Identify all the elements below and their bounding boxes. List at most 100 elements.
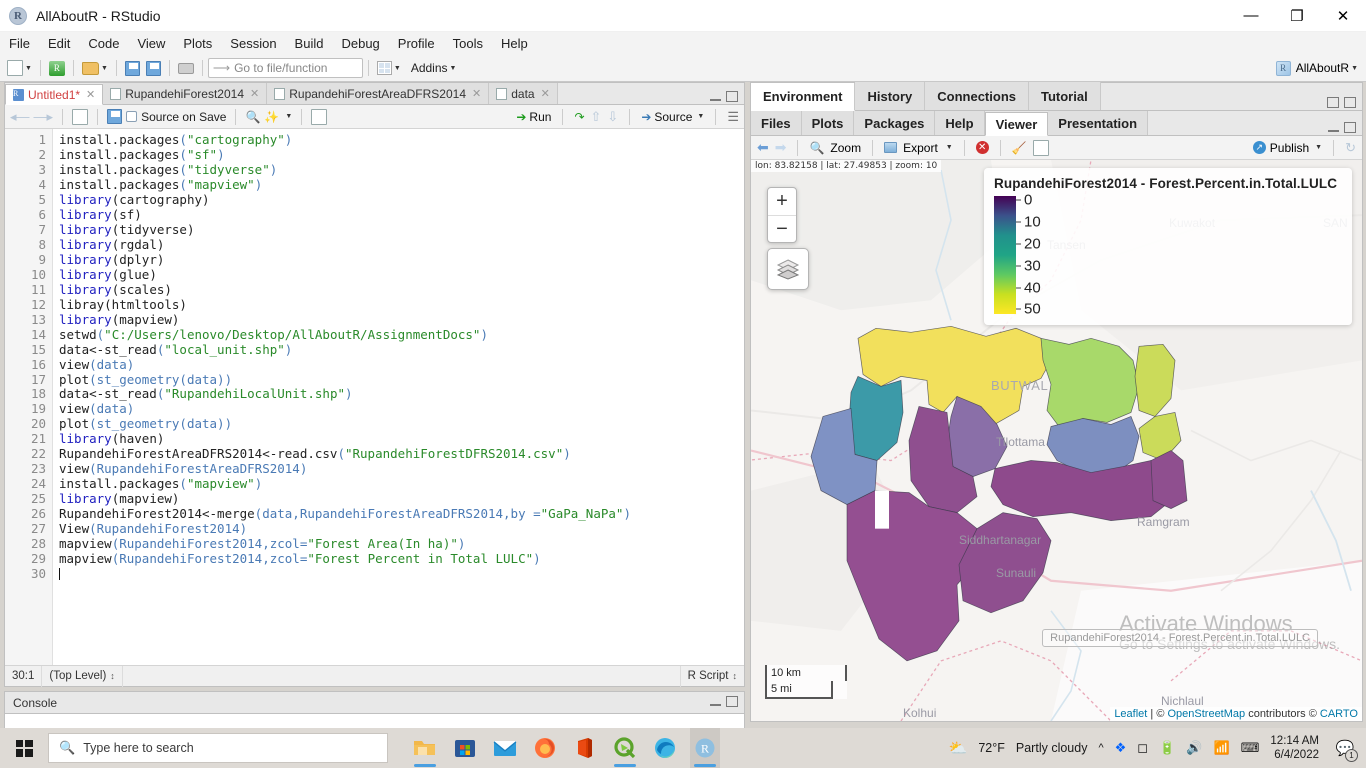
remove-viewer-item-icon[interactable]: ✕	[976, 141, 989, 154]
maximize-pane-icon[interactable]	[1344, 97, 1356, 108]
code-line[interactable]: install.packages("cartography")	[59, 133, 744, 148]
print-button[interactable]	[175, 57, 197, 79]
close-button[interactable]: ✕	[1320, 0, 1366, 32]
menu-tools[interactable]: Tools	[444, 34, 492, 53]
run-button[interactable]: ➔ Run	[516, 110, 551, 124]
show-hidden-icons[interactable]: ^	[1098, 742, 1103, 754]
taskbar-firefox[interactable]	[530, 728, 560, 768]
source-tab-rupandehiforestareadfrs2014[interactable]: RupandehiForestAreaDFRS2014 ✕	[267, 83, 489, 104]
chevron-down-icon[interactable]: ▼	[946, 144, 953, 151]
code-line[interactable]: install.packages("tidyverse")	[59, 163, 744, 178]
project-selector[interactable]: R AllAboutR ▼	[1276, 61, 1366, 76]
code-line[interactable]: library(mapview)	[59, 313, 744, 328]
code-line[interactable]: library(mapview)	[59, 492, 744, 507]
tab-environment[interactable]: Environment	[751, 83, 855, 111]
source-tab-data[interactable]: data ✕	[489, 83, 558, 104]
close-tab-icon[interactable]: ✕	[250, 87, 259, 100]
find-replace-icon[interactable]: 🔍	[245, 110, 260, 124]
code-line[interactable]	[59, 567, 744, 582]
back-arrow-icon[interactable]: ⬅	[757, 139, 769, 156]
maximize-pane-icon[interactable]	[726, 696, 738, 707]
compile-report-icon[interactable]	[311, 109, 327, 125]
openstreetmap-link[interactable]: OpenStreetMap	[1167, 708, 1245, 720]
wifi-icon[interactable]: 📶	[1213, 740, 1229, 756]
menu-view[interactable]: View	[128, 34, 174, 53]
menu-debug[interactable]: Debug	[332, 34, 388, 53]
taskbar-qgis[interactable]	[610, 728, 640, 768]
workspace-panes-button[interactable]: ▼	[374, 57, 404, 79]
carto-link[interactable]: CARTO	[1320, 708, 1358, 720]
code-line[interactable]: libray(htmltools)	[59, 298, 744, 313]
source-tab-untitled1[interactable]: R Untitled1* ✕	[5, 84, 103, 105]
leaflet-link[interactable]: Leaflet	[1114, 708, 1147, 720]
new-project-button[interactable]: R	[46, 57, 68, 79]
checkbox-icon[interactable]	[126, 111, 137, 122]
close-tab-icon[interactable]: ✕	[472, 87, 481, 100]
close-tab-icon[interactable]: ✕	[86, 88, 95, 101]
start-button[interactable]	[0, 728, 48, 768]
code-line[interactable]: RupandehiForest2014<-merge(data,Rupandeh…	[59, 507, 744, 522]
refresh-icon[interactable]: ↻	[1345, 140, 1356, 156]
maximize-pane-icon[interactable]	[726, 91, 738, 102]
minimize-button[interactable]: —	[1228, 0, 1274, 32]
taskbar-file-explorer[interactable]	[410, 728, 440, 768]
code-line[interactable]: setwd("C:/Users/lenovo/Desktop/AllAboutR…	[59, 328, 744, 343]
open-file-button[interactable]: ▼	[79, 57, 111, 79]
addins-button[interactable]: Addins ▼	[404, 57, 460, 79]
tab-tutorial[interactable]: Tutorial	[1029, 82, 1101, 110]
forward-icon[interactable]: ―▸	[34, 109, 54, 125]
zoom-button[interactable]: Zoom	[830, 141, 861, 155]
file-type-selector[interactable]: R Script ↕	[680, 666, 744, 687]
taskbar-rstudio[interactable]: R	[690, 728, 720, 768]
taskbar-mail[interactable]	[490, 728, 520, 768]
code-content[interactable]: install.packages("cartography") install.p…	[53, 129, 744, 665]
code-scope-selector[interactable]: (Top Level) ↕	[42, 666, 122, 687]
code-line[interactable]: library(rgdal)	[59, 238, 744, 253]
code-line[interactable]: install.packages("mapview")	[59, 178, 744, 193]
keyboard-icon[interactable]: ⌨	[1241, 740, 1260, 756]
show-in-new-window-icon[interactable]	[72, 109, 88, 125]
tab-help[interactable]: Help	[935, 111, 984, 135]
menu-plots[interactable]: Plots	[174, 34, 221, 53]
code-line[interactable]: library(haven)	[59, 432, 744, 447]
code-line[interactable]: library(sf)	[59, 208, 744, 223]
menu-edit[interactable]: Edit	[39, 34, 79, 53]
tab-connections[interactable]: Connections	[925, 82, 1029, 110]
menu-file[interactable]: File	[0, 34, 39, 53]
zoom-in-button[interactable]: +	[768, 188, 796, 215]
code-line[interactable]: data<-st_read("RupandehiLocalUnit.shp")	[59, 387, 744, 402]
minimize-pane-icon[interactable]	[710, 93, 721, 101]
tab-presentation[interactable]: Presentation	[1048, 111, 1148, 135]
chevron-down-icon[interactable]: ▼	[285, 113, 292, 120]
chevron-down-icon[interactable]: ⇩	[607, 109, 618, 125]
code-line[interactable]: View(RupandehiForest2014)	[59, 522, 744, 537]
taskbar-microsoft-store[interactable]	[450, 728, 480, 768]
menu-session[interactable]: Session	[221, 34, 285, 53]
tab-files[interactable]: Files	[751, 111, 802, 135]
notification-center-button[interactable]: 💬 1	[1330, 728, 1360, 768]
code-line[interactable]: mapview(RupandehiForest2014,zcol="Forest…	[59, 552, 744, 567]
source-tab-rupandehiforest2014[interactable]: RupandehiForest2014 ✕	[103, 83, 267, 104]
close-tab-icon[interactable]: ✕	[541, 87, 550, 100]
tab-plots[interactable]: Plots	[802, 111, 855, 135]
publish-button[interactable]: ↗ Publish ▼	[1253, 141, 1322, 155]
tab-packages[interactable]: Packages	[854, 111, 935, 135]
zoom-out-button[interactable]: −	[768, 215, 796, 242]
forward-arrow-icon[interactable]: ➡	[775, 139, 787, 156]
code-line[interactable]: install.packages("mapview")	[59, 477, 744, 492]
code-line[interactable]: library(scales)	[59, 283, 744, 298]
code-line[interactable]: data<-st_read("local_unit.shp")	[59, 343, 744, 358]
tab-history[interactable]: History	[855, 82, 925, 110]
weather-desc[interactable]: Partly cloudy	[1016, 741, 1088, 755]
menu-code[interactable]: Code	[79, 34, 128, 53]
battery-icon[interactable]: 🔋	[1159, 740, 1175, 756]
restore-pane-icon[interactable]	[1327, 97, 1339, 108]
code-line[interactable]: library(tidyverse)	[59, 223, 744, 238]
source-on-save-toggle[interactable]: Source on Save	[126, 110, 226, 124]
code-tools-icon[interactable]: ✨	[264, 110, 279, 124]
rerun-icon[interactable]: ↷	[574, 110, 584, 124]
source-button[interactable]: ➔ Source ▼	[641, 110, 704, 124]
code-line[interactable]: library(glue)	[59, 268, 744, 283]
clear-viewer-broom-icon[interactable]: 🧹	[1012, 141, 1027, 155]
menu-build[interactable]: Build	[286, 34, 333, 53]
